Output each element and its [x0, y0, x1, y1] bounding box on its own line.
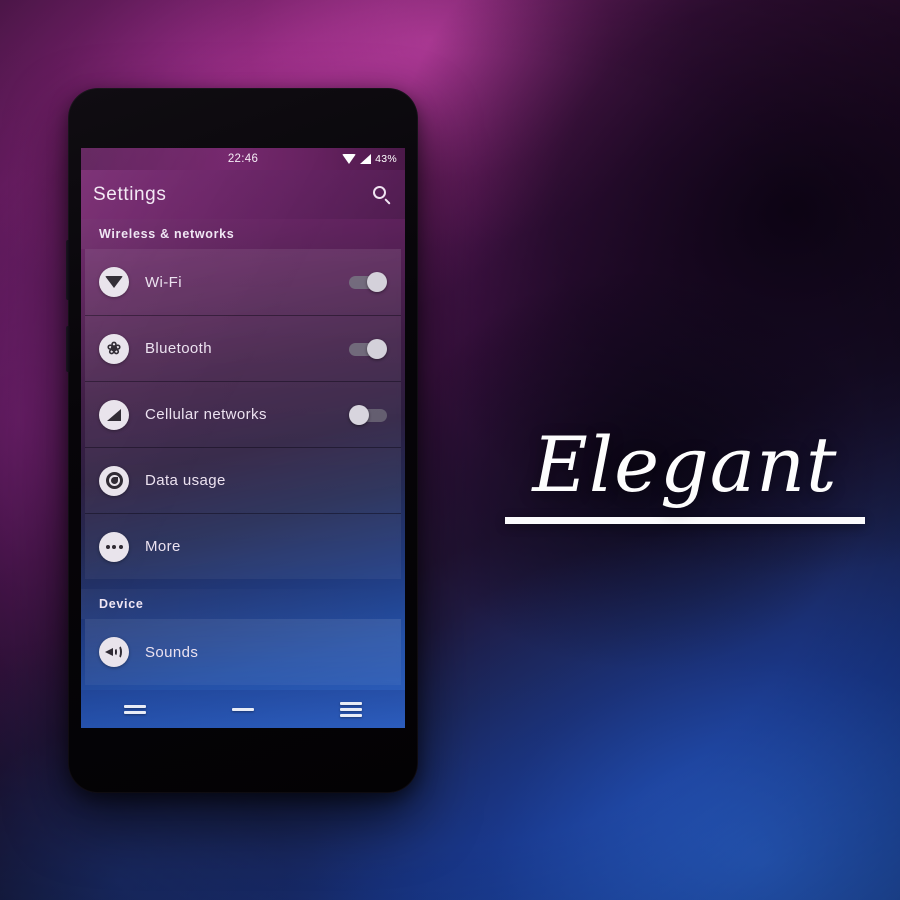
cellular-icon [99, 399, 129, 430]
settings-card-device: Sounds [85, 619, 401, 685]
nav-back-button[interactable] [115, 704, 155, 714]
list-item-label: Cellular networks [145, 406, 267, 423]
cellular-toggle[interactable] [349, 404, 387, 425]
wifi-toggle[interactable] [349, 272, 387, 292]
wifi-icon [99, 267, 129, 297]
nav-recents-button[interactable] [331, 701, 371, 717]
list-item-label: Sounds [145, 643, 199, 661]
section-header-device: Device [81, 589, 405, 619]
signal-icon [360, 154, 372, 164]
page-title: Settings [93, 183, 167, 205]
battery-percent-label: 43% [375, 153, 397, 165]
bluetooth-toggle[interactable] [349, 338, 387, 359]
settings-list[interactable]: Wireless & networks Wi-Fi ❀ Bluetooth Ce… [81, 219, 405, 690]
status-indicators: 43% [342, 153, 397, 165]
list-item-label: More [145, 538, 181, 555]
volume-button[interactable] [66, 240, 70, 300]
poster-canvas: 22:46 43% Settings Wireless & networks W… [0, 0, 900, 900]
wifi-icon [342, 154, 357, 164]
action-bar: Settings [81, 170, 405, 219]
list-item-label: Bluetooth [145, 340, 212, 357]
more-icon [99, 531, 129, 562]
list-item-more[interactable]: More [85, 513, 401, 579]
sound-icon [99, 637, 129, 667]
data-usage-icon [99, 465, 129, 496]
power-button[interactable] [66, 326, 70, 372]
phone-screen: 22:46 43% Settings Wireless & networks W… [81, 148, 405, 728]
list-item-label: Wi-Fi [145, 273, 182, 291]
list-item-bluetooth[interactable]: ❀ Bluetooth [85, 315, 401, 381]
list-item-data-usage[interactable]: Data usage [85, 447, 401, 513]
wordmark-underline [505, 516, 865, 524]
status-bar: 22:46 43% [81, 148, 405, 170]
list-item-cellular-networks[interactable]: Cellular networks [85, 381, 401, 447]
wordmark-text: Elegant [532, 420, 838, 509]
list-item-wifi[interactable]: Wi-Fi [85, 249, 401, 315]
list-item-sounds[interactable]: Sounds [85, 619, 401, 685]
bluetooth-icon: ❀ [99, 333, 129, 364]
navigation-bar [81, 690, 405, 728]
wordmark: Elegant [505, 425, 865, 524]
section-header-wireless: Wireless & networks [81, 219, 405, 249]
settings-card-wireless: Wi-Fi ❀ Bluetooth Cellular networks Data… [85, 249, 401, 579]
nav-home-button[interactable] [223, 707, 263, 711]
phone-mockup: 22:46 43% Settings Wireless & networks W… [66, 88, 418, 793]
list-item-label: Data usage [145, 472, 226, 489]
search-icon[interactable] [371, 184, 393, 206]
